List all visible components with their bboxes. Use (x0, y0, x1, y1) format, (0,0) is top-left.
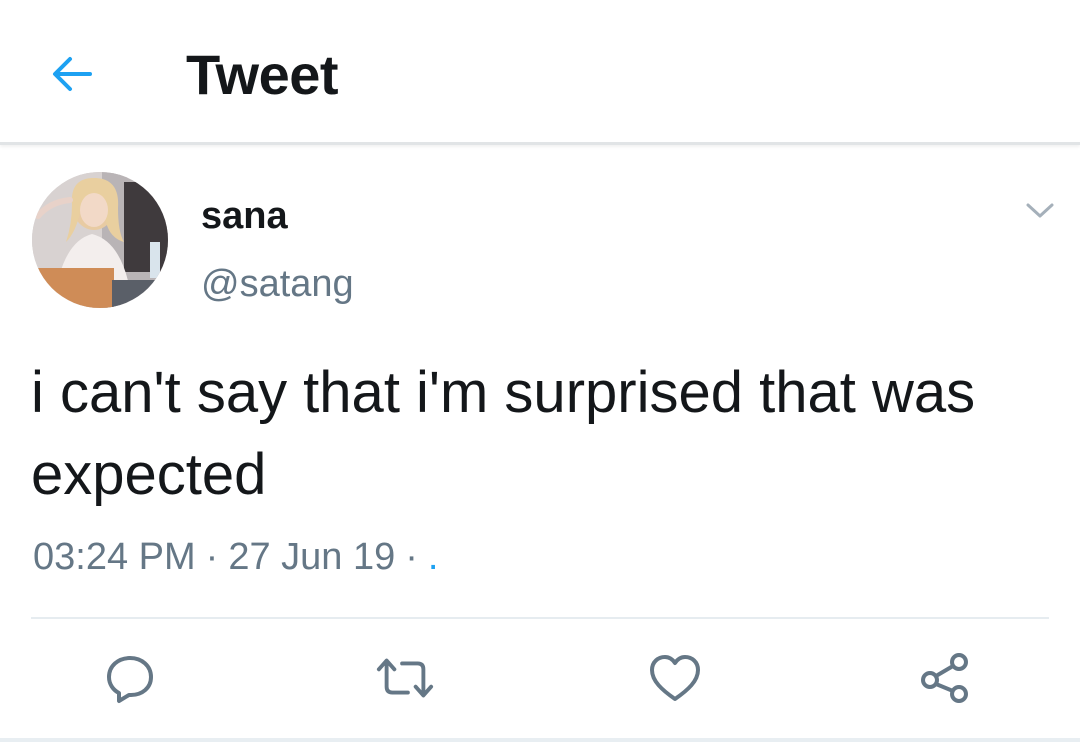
avatar[interactable] (32, 172, 168, 308)
share-icon (921, 653, 968, 703)
back-button[interactable] (44, 46, 100, 102)
tweet-text: i can't say that i'm surprised that was … (31, 360, 976, 507)
top-app-bar: Tweet (0, 0, 1080, 145)
tweet-source-link[interactable]: . (428, 536, 439, 578)
like-button[interactable] (645, 648, 705, 708)
meta-separator: · (205, 536, 219, 578)
reply-button[interactable] (100, 648, 160, 708)
retweet-button[interactable] (375, 648, 435, 708)
reply-icon (107, 656, 153, 703)
tweet-time: 03:24 PM (33, 536, 196, 578)
chevron-down-icon (1026, 203, 1054, 218)
share-button[interactable] (915, 648, 975, 708)
arrow-left-icon (53, 57, 92, 91)
profile-photo (32, 172, 168, 308)
retweet-icon (376, 658, 434, 698)
bottom-edge (0, 738, 1080, 742)
tweet-date: 27 Jun 19 (228, 536, 396, 578)
divider (31, 617, 1049, 619)
author-display-name[interactable]: sana (201, 193, 288, 239)
like-icon (650, 655, 700, 701)
author-username[interactable]: @satang (201, 261, 354, 307)
meta-separator: · (405, 536, 418, 578)
page-title: Tweet (186, 43, 339, 106)
tweet-meta: 03:24 PM · 27 Jun 19 ·. (33, 532, 438, 582)
tweet-menu-button[interactable] (1018, 196, 1062, 226)
